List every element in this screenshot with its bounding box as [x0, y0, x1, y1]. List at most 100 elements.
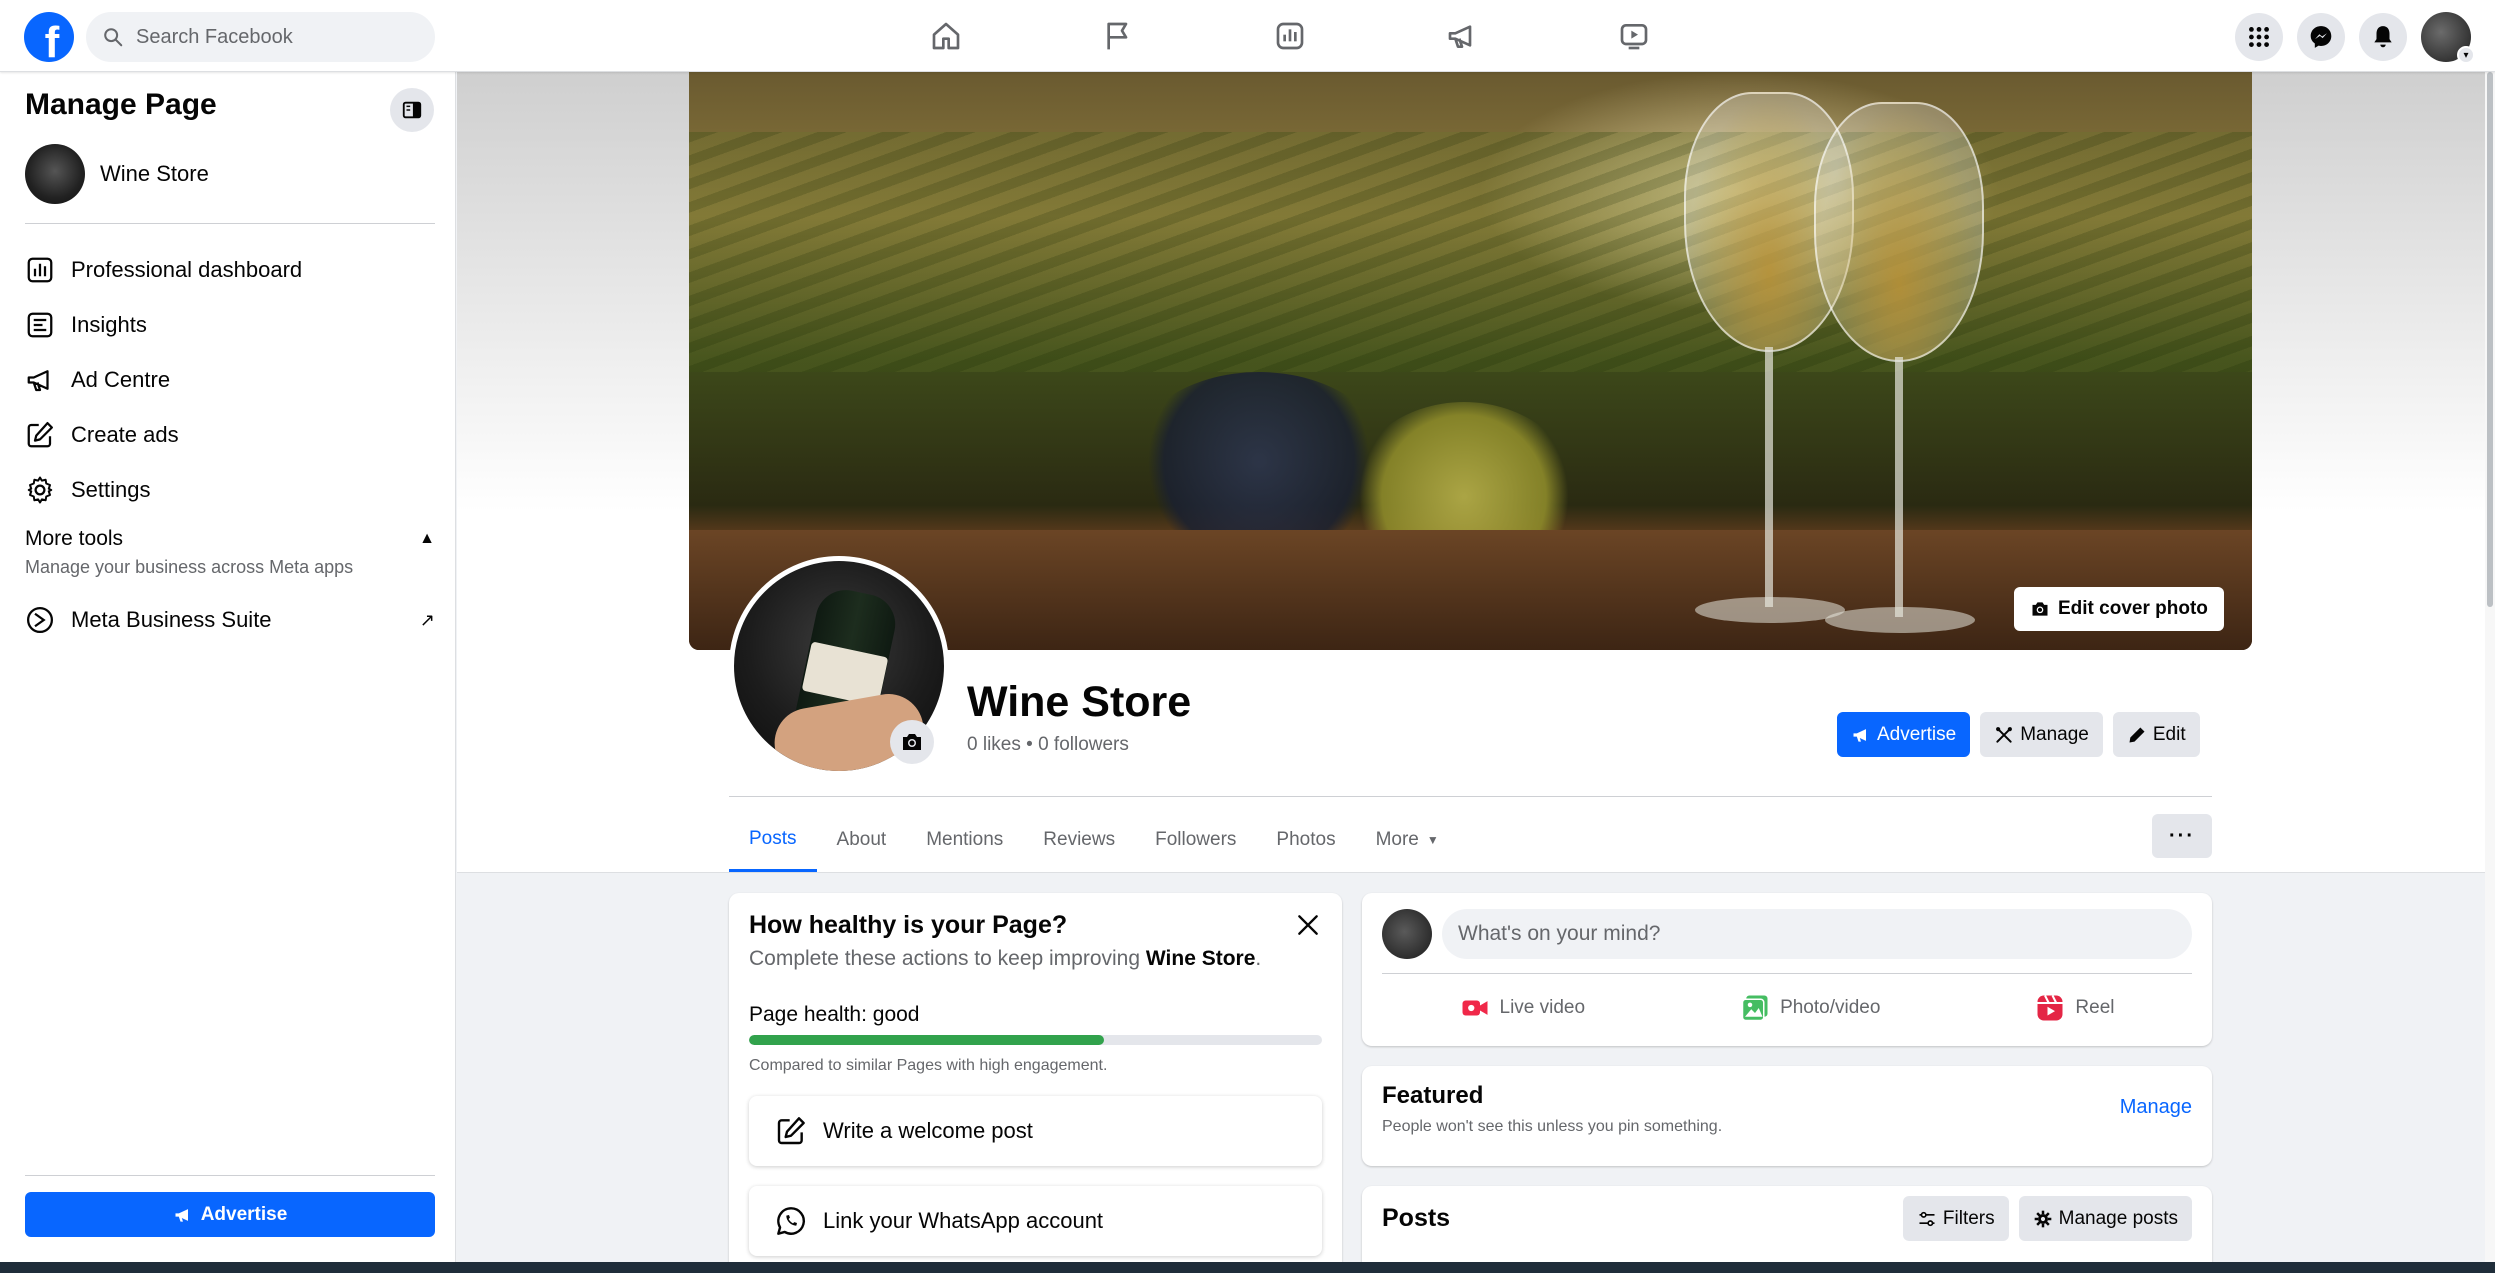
link-whatsapp-action[interactable]: Link your WhatsApp account — [749, 1186, 1322, 1256]
account-controls: ▾ — [2235, 12, 2495, 64]
tab-reviews[interactable]: Reviews — [1023, 808, 1135, 872]
cover-glass-stem — [1765, 347, 1773, 607]
sidebar-item-label: Ad Centre — [71, 366, 171, 392]
page-avatar — [25, 144, 85, 204]
caret-down-icon: ▼ — [1426, 833, 1439, 847]
account-avatar[interactable]: ▾ — [2421, 12, 2475, 64]
search-input[interactable] — [136, 25, 416, 49]
tab-photos[interactable]: Photos — [1256, 808, 1355, 872]
page-health-bar-fill — [749, 1035, 1105, 1045]
sidebar-menu: Professional dashboard Insights Ad Centr… — [25, 242, 435, 517]
top-navigation-bar: f ▾ — [0, 0, 2495, 72]
page-header-actions: Advertise Manage Edit — [1837, 712, 2200, 757]
os-taskbar — [0, 1262, 2495, 1273]
tab-more[interactable]: More ▼ — [1356, 808, 1459, 872]
messenger-button[interactable] — [2297, 13, 2345, 61]
update-profile-picture-button[interactable] — [890, 720, 934, 764]
cover-photo[interactable] — [689, 72, 2252, 650]
tab-followers[interactable]: Followers — [1135, 808, 1256, 872]
meta-business-suite-link[interactable]: Meta Business Suite ↗ — [25, 595, 435, 645]
megaphone-icon — [27, 369, 49, 391]
write-welcome-post-action[interactable]: Write a welcome post — [749, 1096, 1322, 1166]
sidebar-advertise-button[interactable]: Advertise — [25, 1192, 435, 1237]
manage-posts-label: Manage posts — [2058, 1207, 2178, 1229]
megaphone-icon — [1448, 25, 1472, 48]
featured-title: Featured — [1382, 1082, 1484, 1109]
health-card-title: How healthy is your Page? — [749, 911, 1068, 939]
header-divider — [729, 796, 2212, 797]
sidebar-item-label: Create ads — [71, 421, 179, 447]
cover-glass-foot — [1825, 607, 1975, 633]
filters-icon — [1919, 1211, 1935, 1226]
manage-posts-button[interactable]: Manage posts — [2018, 1196, 2192, 1241]
dashboard-icon — [27, 257, 53, 282]
megaphone-icon — [175, 1208, 188, 1222]
action-label: Write a welcome post — [823, 1118, 1033, 1143]
advertise-label: Advertise — [200, 1203, 288, 1225]
health-card-subtitle: Complete these actions to keep improving… — [749, 947, 1261, 971]
filters-button[interactable]: Filters — [1902, 1196, 2009, 1241]
page-health-card: How healthy is your Page? Complete these… — [729, 893, 1342, 1273]
cover-dark-grapes — [1129, 372, 1389, 552]
panel-toggle-icon — [402, 101, 422, 119]
nav-pages[interactable] — [1032, 0, 1204, 72]
close-health-card-button[interactable] — [1292, 909, 1324, 941]
tab-about[interactable]: About — [817, 808, 907, 872]
notifications-button[interactable] — [2359, 13, 2407, 61]
nav-home[interactable] — [860, 0, 1032, 72]
page-scrollbar[interactable] — [2485, 72, 2495, 1262]
photo-video-label: Photo/video — [1780, 997, 1881, 1018]
composer-input[interactable]: What's on your mind? — [1442, 909, 2192, 959]
sidebar-item-settings[interactable]: Settings — [25, 462, 435, 517]
page-stats[interactable]: 0 likes • 0 followers — [967, 734, 1129, 756]
featured-subtitle: People won't see this unless you pin som… — [1382, 1118, 1723, 1135]
nav-ads[interactable] — [1376, 0, 1548, 72]
posts-card: Posts Filters Manage posts — [1362, 1186, 2212, 1273]
health-subtitle-text: Complete these actions to keep improving — [749, 947, 1146, 970]
tab-posts[interactable]: Posts — [729, 808, 817, 872]
health-subtitle-page: Wine Store — [1145, 947, 1256, 970]
bell-icon — [2374, 26, 2392, 48]
dashboard-icon — [1276, 22, 1304, 50]
advertise-button[interactable]: Advertise — [1837, 712, 1971, 757]
manage-button[interactable]: Manage — [1980, 712, 2103, 757]
tab-mentions[interactable]: Mentions — [906, 808, 1023, 872]
reel-label: Reel — [2075, 997, 2115, 1018]
photo-video-button[interactable]: Photo/video — [1740, 993, 1880, 1023]
pencil-icon — [2129, 727, 2145, 742]
more-tools-title: More tools — [25, 527, 124, 550]
sidebar-page-switcher[interactable]: Wine Store — [25, 144, 209, 204]
action-label: Link your WhatsApp account — [823, 1208, 1104, 1233]
flag-icon — [1107, 22, 1128, 50]
more-tools-section[interactable]: More tools ▲ Manage your business across… — [25, 527, 435, 578]
chevron-up-icon[interactable]: ▲ — [419, 530, 435, 548]
composer-avatar[interactable] — [1382, 909, 1432, 959]
nav-dashboard[interactable] — [1204, 0, 1376, 72]
video-icon — [1620, 24, 1648, 50]
sidebar-item-label: Settings — [71, 476, 151, 502]
reel-button[interactable]: Reel — [2035, 993, 2115, 1023]
camera-icon — [2032, 602, 2048, 616]
nav-video[interactable] — [1548, 0, 1720, 72]
filters-label: Filters — [1942, 1207, 1995, 1229]
messenger-icon — [2310, 26, 2332, 48]
sidebar-item-ad-centre[interactable]: Ad Centre — [25, 352, 435, 407]
pencil-square-icon — [777, 1117, 805, 1145]
edit-cover-label: Edit cover photo — [2058, 598, 2208, 619]
featured-manage-link[interactable]: Manage — [2120, 1096, 2192, 1119]
scrollbar-thumb[interactable] — [2487, 72, 2493, 607]
cover-glass-foot — [1695, 597, 1845, 623]
sidebar-collapse-button[interactable] — [390, 88, 434, 132]
manage-label: Manage — [2020, 723, 2089, 745]
main-nav — [860, 0, 1720, 72]
search-box[interactable] — [86, 12, 435, 62]
sidebar-item-professional-dashboard[interactable]: Professional dashboard — [25, 242, 435, 297]
live-video-button[interactable]: Live video — [1460, 993, 1585, 1023]
more-options-button[interactable]: ··· — [2152, 814, 2212, 858]
sidebar-item-insights[interactable]: Insights — [25, 297, 435, 352]
edit-cover-photo-button[interactable]: Edit cover photo — [2014, 587, 2224, 631]
sidebar-item-create-ads[interactable]: Create ads — [25, 407, 435, 462]
facebook-logo-icon[interactable]: f — [24, 12, 74, 62]
menu-button[interactable] — [2235, 13, 2283, 61]
edit-button[interactable]: Edit — [2112, 712, 2200, 757]
